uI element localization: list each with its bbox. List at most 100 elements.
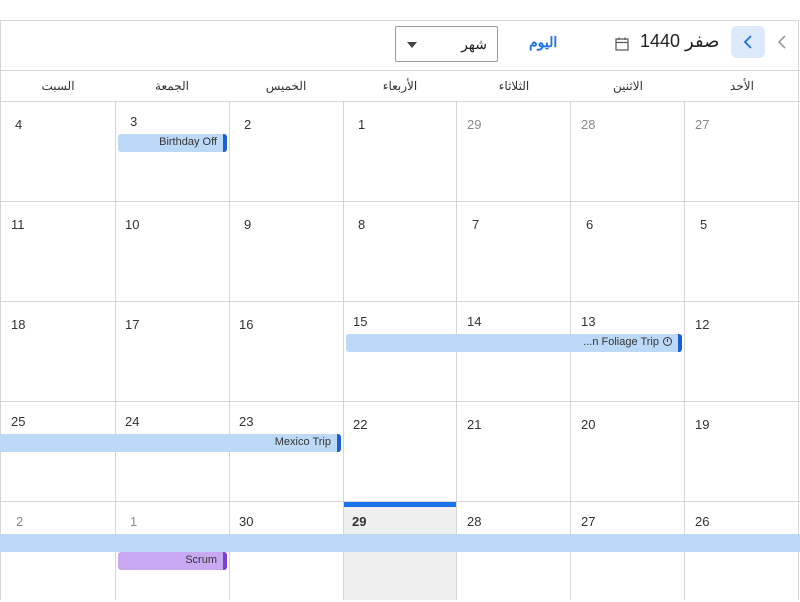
day-number: 1 [130,514,138,529]
day-number: 27 [581,514,596,529]
day-number: 28 [581,117,596,132]
day-cell[interactable]: 4 [1,102,115,202]
month-title: صفر 1440 [640,31,720,51]
event-edge [223,552,227,570]
day-number: 13 [581,314,596,329]
day-number: 3 [130,114,138,129]
day-cell[interactable]: 5 [685,202,799,302]
day-number: 1 [358,117,366,132]
weekday-label: الجمعة [155,79,189,93]
weekday-label: الخميس [265,79,307,93]
day-number: 29 [352,514,367,529]
weekday-label: السبت [41,79,75,93]
day-cell[interactable]: 16 [229,302,343,402]
view-select[interactable]: شهر [395,26,498,62]
day-cell[interactable]: 17 [115,302,229,402]
day-cell[interactable]: 24 [115,402,229,502]
day-number: 23 [239,414,254,429]
day-number: 16 [239,317,254,332]
day-cell[interactable]: 8 [343,202,457,302]
view-select-value: شهر [461,36,487,52]
day-number: 4 [15,117,23,132]
day-number: 25 [11,414,26,429]
day-cell[interactable]: 7 [457,202,571,302]
day-cell[interactable]: 14 [457,302,571,402]
event-label-wrap: ...n Foliage Trip [583,336,672,348]
previous-month-button[interactable] [731,26,765,58]
day-number: 20 [581,417,596,432]
event-label: ...n Foliage Trip [583,336,659,348]
weekday-header-row: الأحد الاثنين الثلاثاء الأربعاء الخميس ا… [0,70,800,102]
day-number: 17 [125,317,140,332]
day-number: 10 [125,217,140,232]
chevron-left-icon [777,35,786,49]
day-number: 2 [244,117,252,132]
day-number: 24 [125,414,140,429]
day-number: 18 [11,317,26,332]
day-cell[interactable]: 22 [343,402,457,502]
today-indicator [344,502,456,507]
day-number: 2 [16,514,24,529]
event-edge [223,134,227,152]
day-number: 5 [700,217,708,232]
event-label: Birthday Off [159,136,217,148]
calendar-icon[interactable] [614,36,630,52]
day-cell[interactable]: 29 [457,102,571,202]
day-cell[interactable]: 15 [343,302,457,402]
day-cell[interactable]: 30 [229,502,343,602]
event-label: Mexico Trip [274,436,331,448]
day-cell[interactable]: 12 [685,302,799,402]
day-cell[interactable]: 9 [229,202,343,302]
day-cell[interactable]: 28 [457,502,571,602]
calendar-header: صفر 1440 اليوم شهر [0,21,800,70]
weekday-label: الأحد [730,79,754,93]
event-mexico-trip[interactable]: Mexico Trip [0,434,341,452]
day-number: 22 [353,417,368,432]
caret-down-icon [407,42,417,48]
event-scrum[interactable]: Scrum [118,552,227,570]
day-cell[interactable]: 18 [1,302,115,402]
day-number: 19 [695,417,710,432]
day-cell[interactable]: 21 [457,402,571,502]
day-cell[interactable]: 19 [685,402,799,502]
chevron-left-icon [743,35,752,49]
day-cell[interactable]: 27 [685,102,799,202]
day-number: 26 [695,514,710,529]
day-cell[interactable]: 6 [571,202,685,302]
day-number: 30 [239,514,254,529]
day-cell[interactable]: 10 [115,202,229,302]
day-cell[interactable]: 25 [1,402,115,502]
event-foliage-trip[interactable]: ...n Foliage Trip [346,334,682,352]
event-continued-bar[interactable] [0,534,800,552]
clock-icon [663,337,672,346]
weekday-label: الاثنين [613,79,643,93]
today-button[interactable]: اليوم [529,34,557,51]
day-cell[interactable]: 28 [571,102,685,202]
day-cell[interactable]: 23 [229,402,343,502]
day-number: 21 [467,417,482,432]
day-cell[interactable]: 20 [571,402,685,502]
day-cell[interactable]: 11 [1,202,115,302]
day-number: 27 [695,117,710,132]
weekday-label: الثلاثاء [498,79,530,93]
day-cell[interactable]: 13 [571,302,685,402]
day-number: 7 [472,217,480,232]
day-number: 14 [467,314,482,329]
day-cell[interactable]: 27 [571,502,685,602]
day-number: 12 [695,317,710,332]
next-month-button[interactable] [765,26,799,58]
day-cell[interactable]: 2 [1,502,115,602]
day-cell[interactable]: 26 [685,502,799,602]
event-label: Scrum [185,554,217,566]
today-day-cell[interactable]: 29 [343,502,457,602]
event-edge [678,334,682,352]
day-number: 6 [586,217,594,232]
day-cell[interactable]: 2 [229,102,343,202]
event-birthday-off[interactable]: Birthday Off [118,134,227,152]
day-cell[interactable]: 3 [115,102,229,202]
day-number: 29 [467,117,482,132]
day-cell[interactable]: 1 [343,102,457,202]
day-number: 28 [467,514,482,529]
day-number: 9 [244,217,252,232]
event-edge [337,434,341,452]
